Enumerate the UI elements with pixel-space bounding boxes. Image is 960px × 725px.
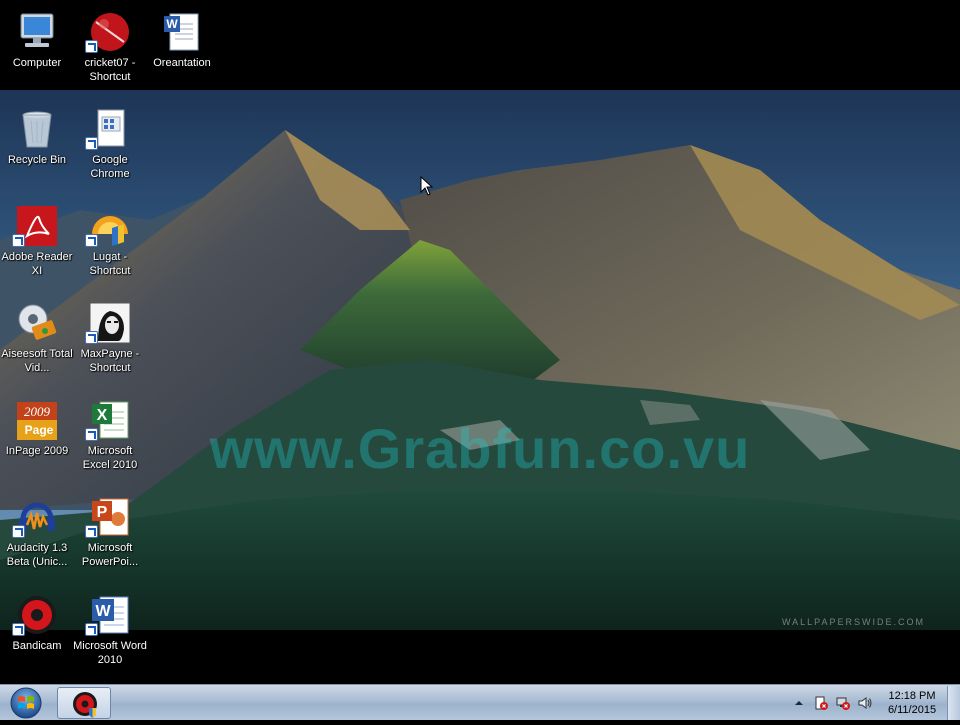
desktop-icon-inpage[interactable]: 2009 Page InPage 2009 [0,394,74,484]
desktop-icon-excel[interactable]: X Microsoft Excel 2010 [73,394,147,484]
icon-label: Computer [12,57,62,69]
taskbar-app-bandicam[interactable] [57,687,111,719]
desktop-icon-powerpoint[interactable]: P Microsoft PowerPoi... [73,491,147,581]
mouse-cursor-icon [420,176,434,196]
bandicam-icon [73,692,97,718]
clock-time: 12:18 PM [888,690,936,702]
shortcut-arrow-icon [85,428,98,441]
desktop-icon-lugat[interactable]: Lugat - Shortcut [73,200,147,290]
icon-label: Microsoft Word 2010 [73,640,147,666]
shortcut-arrow-icon [85,623,98,636]
volume-icon[interactable] [858,696,872,710]
svg-text:2009: 2009 [24,404,51,419]
recycle-bin-icon [22,111,52,148]
svg-text:W: W [166,17,178,31]
desktop-icon-aiseesoft[interactable]: Aiseesoft Total Vid... [0,297,74,387]
desktop: www.Grabfun.co.vu WALLPAPERSWIDE.COM Com… [0,0,960,684]
taskbar: 12:18 PM 6/11/2015 [0,684,960,720]
desktop-icon-oreantation[interactable]: W Oreantation [145,6,219,96]
icon-label: Google Chrome [90,154,130,180]
icon-label: Bandicam [12,640,62,652]
icon-label: InPage 2009 [5,445,69,457]
system-clock[interactable]: 12:18 PM 6/11/2015 [876,689,948,717]
svg-text:W: W [95,603,111,620]
shortcut-arrow-icon [12,623,25,636]
icon-label: Lugat - Shortcut [89,251,131,277]
word-document-icon: W [164,13,199,51]
shortcut-arrow-icon [12,525,25,538]
shortcut-arrow-icon [85,40,98,53]
desktop-icon-audacity[interactable]: Audacity 1.3 Beta (Unic... [0,491,74,581]
icon-label: cricket07 - Shortcut [84,57,136,83]
computer-icon [20,13,54,47]
network-icon[interactable] [836,696,850,710]
watermark-text: www.Grabfun.co.vu [209,417,751,480]
icon-label: Recycle Bin [7,154,67,166]
icon-label: Microsoft PowerPoi... [81,542,139,568]
aiseesoft-icon [18,304,57,340]
shortcut-arrow-icon [85,137,98,150]
action-center-icon[interactable] [814,696,828,710]
desktop-icon-bandicam[interactable]: Bandicam [0,589,74,679]
wallpaper-credit: WALLPAPERSWIDE.COM [782,617,926,627]
shortcut-arrow-icon [85,525,98,538]
icon-label: Oreantation [153,57,211,69]
shortcut-arrow-icon [85,331,98,344]
desktop-icon-adobe-reader[interactable]: Adobe Reader XI [0,200,74,290]
icon-label: Microsoft Excel 2010 [82,445,138,471]
svg-text:Page: Page [25,423,54,437]
desktop-icon-cricket07[interactable]: cricket07 - Shortcut [73,6,147,96]
svg-text:P: P [97,504,108,521]
svg-text:X: X [97,407,108,424]
icon-label: Aiseesoft Total Vid... [1,348,73,374]
icon-label: Audacity 1.3 Beta (Unic... [6,542,68,568]
desktop-icon-word[interactable]: W Microsoft Word 2010 [73,589,147,679]
clock-date: 6/11/2015 [887,704,937,716]
show-desktop-button[interactable] [947,686,960,720]
show-hidden-icons-icon[interactable] [792,696,806,710]
icon-label: MaxPayne - Shortcut [80,348,140,374]
desktop-icon-recycle-bin[interactable]: Recycle Bin [0,103,74,193]
icon-label: Adobe Reader XI [1,251,73,277]
shortcut-arrow-icon [12,234,25,247]
start-button[interactable] [2,686,50,720]
desktop-icon-maxpayne[interactable]: MaxPayne - Shortcut [73,297,147,387]
desktop-icon-google-chrome[interactable]: Google Chrome [73,103,147,193]
inpage-icon: 2009 Page [17,402,57,440]
shortcut-arrow-icon [85,234,98,247]
windows-logo-icon [10,687,42,719]
desktop-icon-computer[interactable]: Computer [0,6,74,96]
